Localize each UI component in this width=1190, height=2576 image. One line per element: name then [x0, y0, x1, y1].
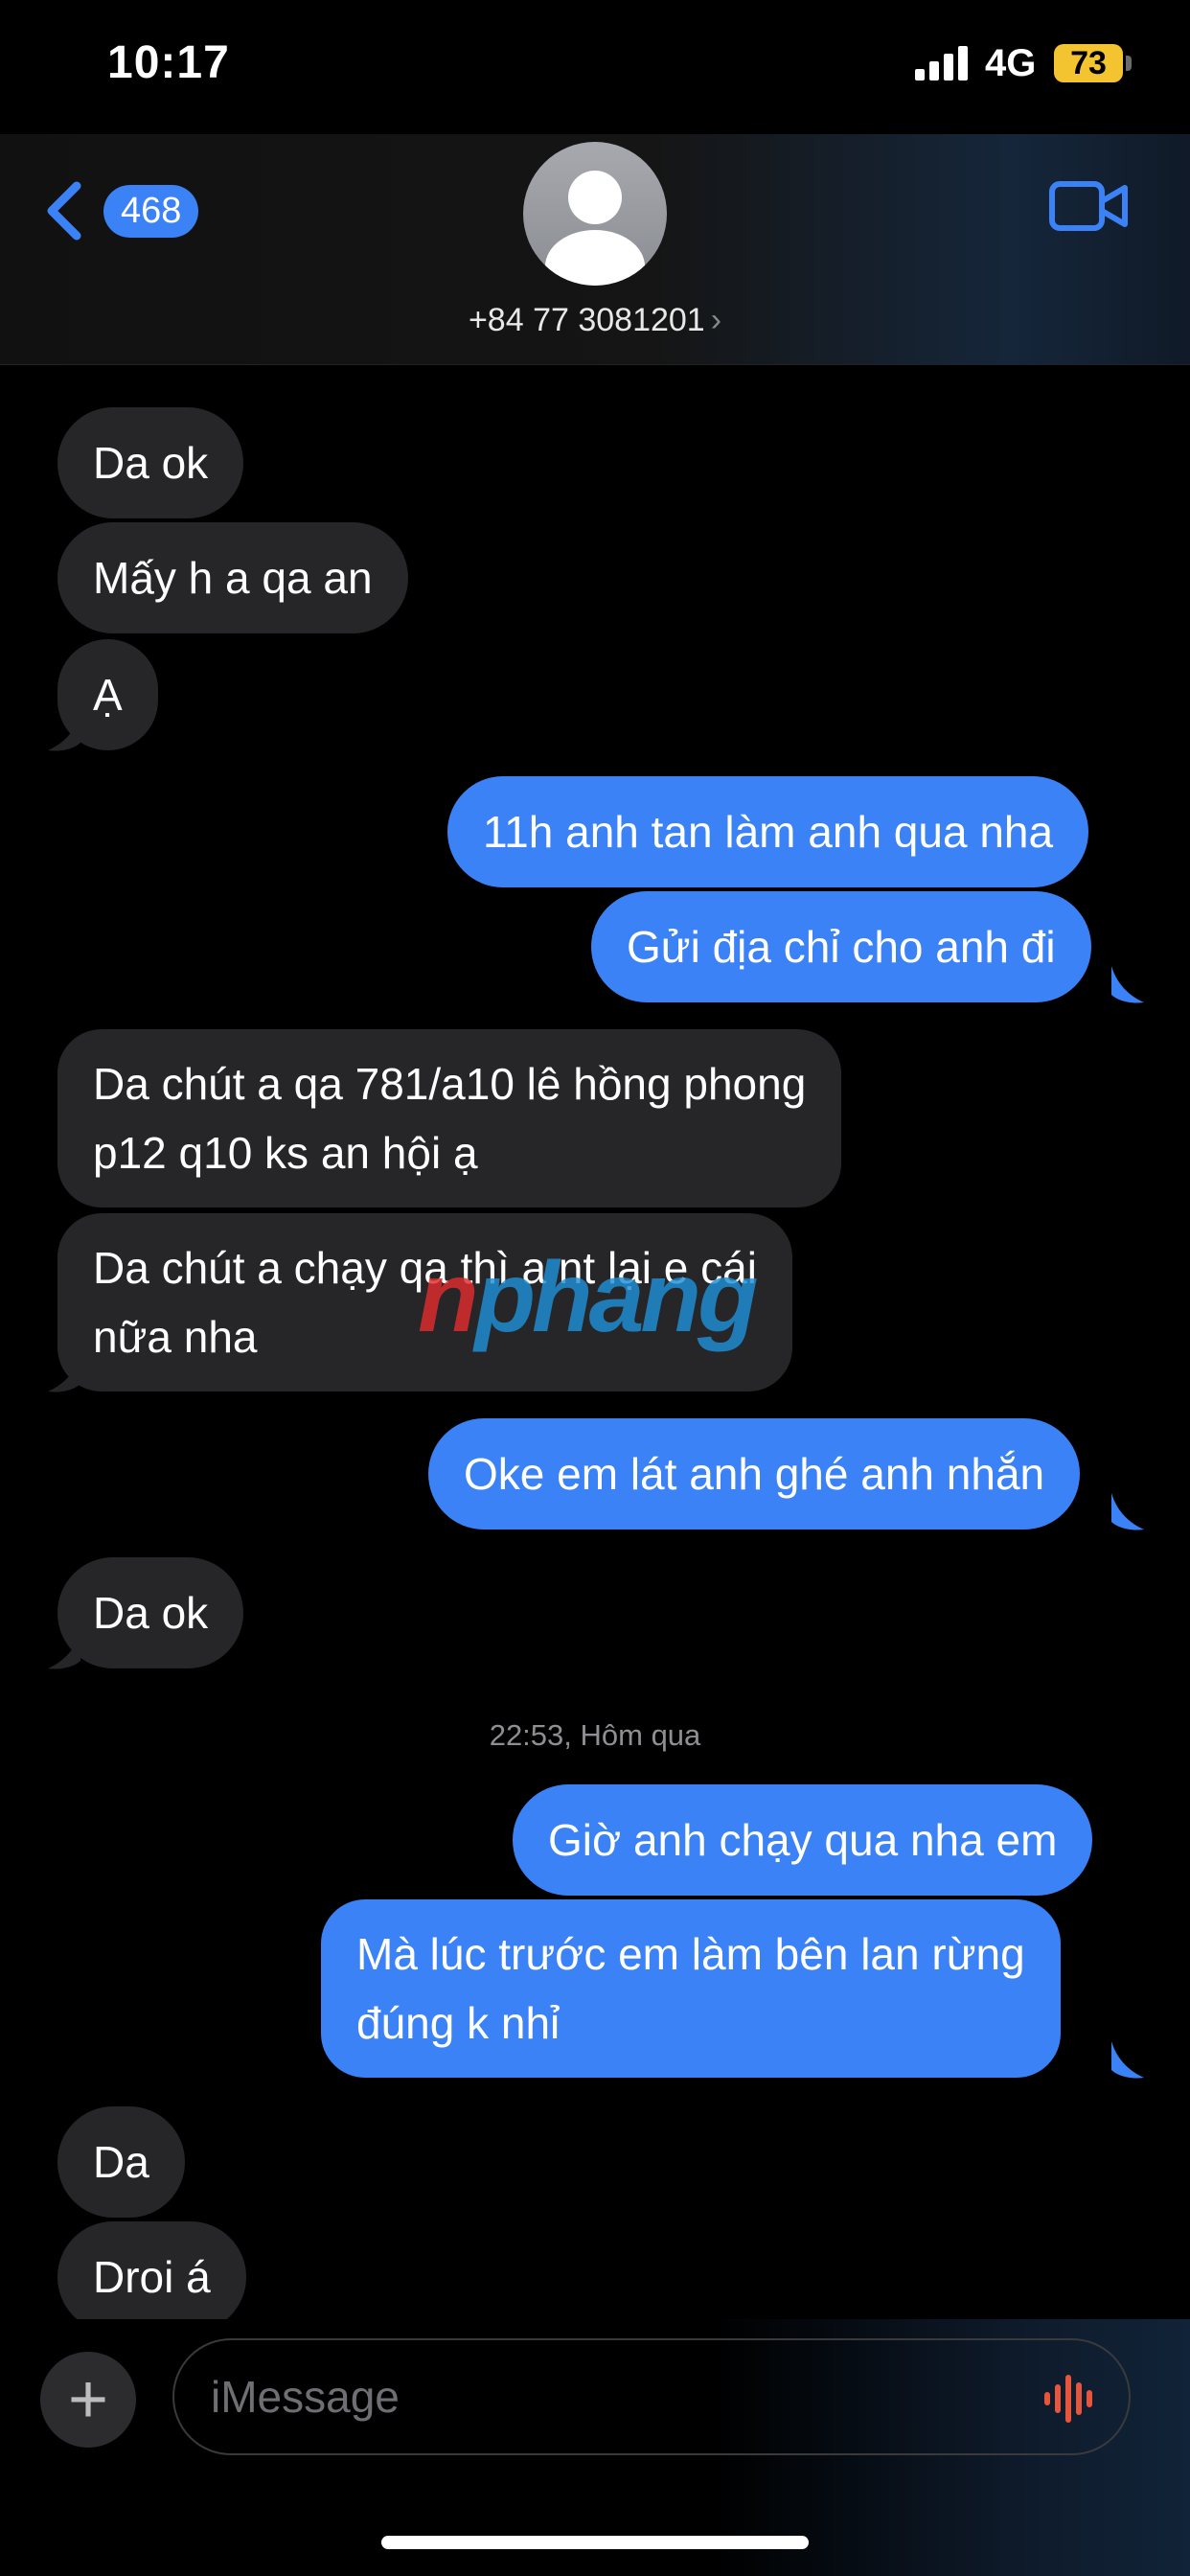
message-text: Da	[93, 2137, 149, 2187]
video-camera-icon[interactable]	[1048, 176, 1129, 236]
bubble-tail	[1111, 1493, 1144, 1530]
message-bubble-incoming[interactable]: Da ok	[57, 1557, 244, 1668]
message-text: Oke em lát anh ghé anh nhắn	[464, 1449, 1045, 1499]
message-input[interactable]	[172, 2338, 1131, 2455]
message-text-line: nữa nha	[93, 1312, 258, 1362]
conversation-header: 468 +84 77 3081201 ›	[0, 134, 1190, 365]
message-bubble-outgoing[interactable]: Mà lúc trước em làm bên lan rừng đúng k …	[321, 1899, 1061, 2078]
network-type: 4G	[985, 42, 1037, 84]
message-text-line: Da chút a qa 781/a10 lê hồng phong	[93, 1059, 807, 1109]
message-bubble-outgoing[interactable]: Gửi địa chỉ cho anh đi	[591, 891, 1091, 1002]
compose-bar: +	[0, 2319, 1190, 2576]
message-bubble-incoming[interactable]: Da ok	[57, 407, 244, 518]
voice-waveform-icon[interactable]	[1042, 2375, 1100, 2423]
message-timestamp: 22:53, Hôm qua	[489, 1718, 701, 1752]
message-text-line: đúng k nhỉ	[356, 1998, 561, 2048]
unread-count-badge: 468	[103, 184, 199, 238]
contact-name[interactable]: +84 77 3081201 ›	[0, 302, 1190, 339]
home-indicator[interactable]	[381, 2536, 809, 2549]
message-text-line: p12 q10 ks an hội ạ	[93, 1128, 478, 1178]
bubble-tail	[1111, 2041, 1144, 2079]
status-bar: 10:17 4G 73	[0, 0, 1190, 134]
avatar-icon	[545, 171, 645, 286]
message-bubble-incoming[interactable]: Da chút a chạy qa thì a nt lại e cái nữa…	[57, 1213, 792, 1392]
battery-tip	[1126, 56, 1132, 71]
message-text: Gửi địa chỉ cho anh đi	[627, 922, 1056, 972]
message-bubble-outgoing[interactable]: 11h anh tan làm anh qua nha	[447, 776, 1089, 887]
chevron-left-icon	[47, 181, 81, 241]
plus-icon: +	[67, 2361, 109, 2438]
message-bubble-outgoing[interactable]: Oke em lát anh ghé anh nhắn	[428, 1418, 1081, 1530]
message-text: 11h anh tan làm anh qua nha	[483, 807, 1054, 857]
message-bubble-incoming[interactable]: Mấy h a qa an	[57, 522, 408, 633]
signal-icon	[915, 46, 968, 80]
message-text: Ạ	[93, 670, 123, 720]
message-text: Da ok	[93, 1588, 209, 1638]
message-text: Mấy h a qa an	[93, 553, 373, 603]
bubble-tail	[48, 1632, 80, 1669]
message-text-line: Da chút a chạy qa thì a nt lại e cái	[93, 1243, 757, 1293]
message-bubble-incoming[interactable]: Da chút a qa 781/a10 lê hồng phong p12 q…	[57, 1029, 842, 1208]
status-time: 10:17	[107, 37, 230, 88]
message-text: Droi á	[93, 2252, 211, 2302]
message-bubble-outgoing[interactable]: Giờ anh chạy qua nha em	[513, 1784, 1093, 1896]
plus-button[interactable]: +	[40, 2352, 136, 2448]
chevron-right-icon: ›	[710, 302, 722, 338]
contact-avatar[interactable]	[523, 142, 667, 286]
message-text: Giờ anh chạy qua nha em	[548, 1815, 1058, 1865]
message-list[interactable]: Da ok Mấy h a qa an Ạ 11h anh tan làm an…	[0, 364, 1190, 2338]
message-text: Da ok	[93, 438, 209, 488]
message-text-line: Mà lúc trước em làm bên lan rừng	[356, 1929, 1025, 1979]
battery-indicator: 73	[1054, 44, 1123, 82]
back-button[interactable]: 468	[38, 172, 199, 249]
message-bubble-incoming[interactable]: Droi á	[57, 2221, 246, 2333]
bubble-tail	[48, 714, 80, 751]
contact-number: +84 77 3081201	[468, 302, 705, 338]
bubble-tail	[48, 1355, 80, 1392]
message-bubble-incoming[interactable]: Da	[57, 2106, 185, 2218]
bubble-tail	[1111, 966, 1144, 1003]
